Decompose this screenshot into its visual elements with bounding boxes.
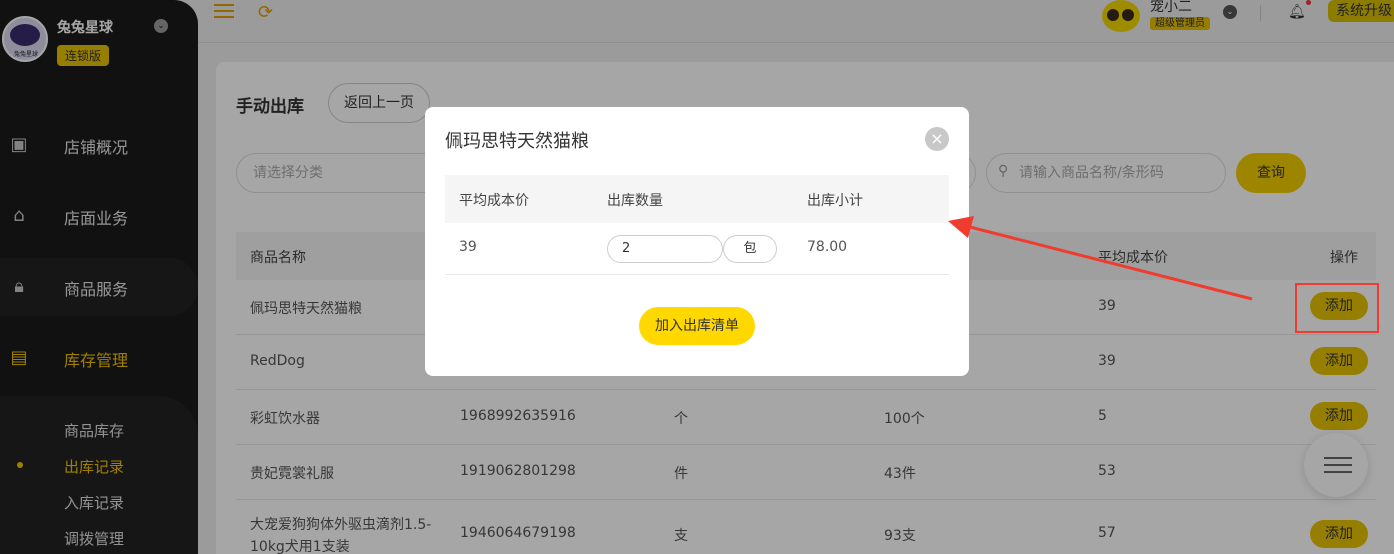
close-icon[interactable]: × <box>925 127 949 151</box>
cell-avg-cost: 39 <box>459 239 477 255</box>
modal-title: 佩玛思特天然猫粮 <box>445 131 589 152</box>
annotation-highlight-box <box>1295 283 1379 333</box>
column-header-avg-cost: 平均成本价 <box>459 193 529 209</box>
unit-label: 包 <box>723 235 777 263</box>
cell-subtotal: 78.00 <box>807 239 848 255</box>
modal-table-header: 平均成本价 出库数量 出库小计 <box>445 175 949 223</box>
quantity-input[interactable]: 2 <box>607 235 723 263</box>
add-to-outbound-list-button[interactable]: 加入出库清单 <box>639 307 755 345</box>
column-header-subtotal: 出库小计 <box>807 193 863 209</box>
modal-table-row: 39 2 包 78.00 <box>445 223 949 275</box>
outbound-modal: 佩玛思特天然猫粮 × 平均成本价 出库数量 出库小计 39 2 包 78.00 … <box>425 107 969 376</box>
column-header-qty: 出库数量 <box>607 193 663 209</box>
